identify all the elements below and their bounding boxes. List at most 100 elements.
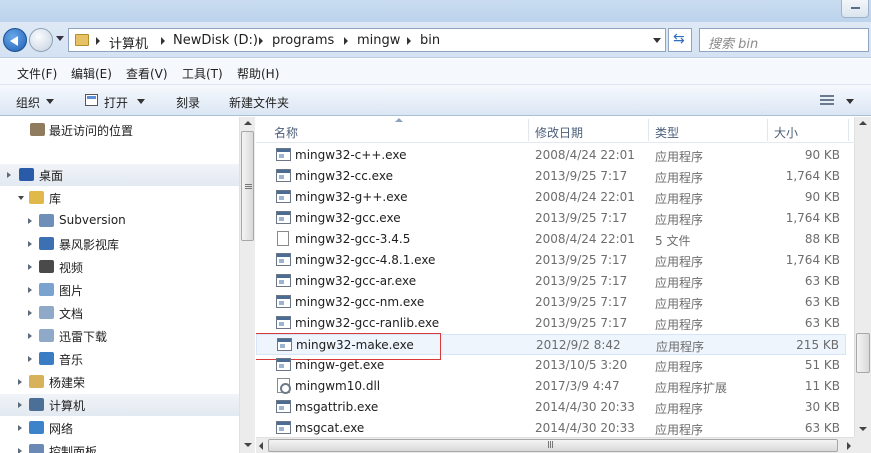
nav-item-music[interactable]: 音乐 (0, 348, 240, 370)
back-arrow-icon[interactable] (3, 28, 27, 52)
file-row[interactable]: msgattrib.exe 2014/4/30 20:33 应用程序 30 KB (256, 397, 846, 418)
breadcrumb-programs[interactable]: programs (272, 33, 334, 48)
file-row[interactable]: mingw32-g++.exe 2008/4/24 22:01 应用程序 90 … (256, 187, 846, 208)
expand-arrow-icon[interactable] (28, 264, 32, 270)
expand-arrow-icon[interactable] (18, 425, 22, 431)
column-divider[interactable] (848, 119, 849, 141)
grip-icon (548, 441, 554, 448)
nav-item-videos[interactable]: 视频 (0, 256, 240, 278)
nav-item-libraries[interactable]: 库 (0, 187, 240, 209)
expand-arrow-icon[interactable] (18, 402, 22, 408)
menu-view[interactable]: 查看(V) (126, 65, 168, 82)
nav-item-desktop[interactable]: 桌面 (0, 164, 240, 186)
search-box[interactable]: 搜索 bin (699, 28, 869, 52)
file-row[interactable]: mingw32-gcc-ar.exe 2013/9/25 7:17 应用程序 6… (256, 271, 846, 292)
breadcrumb-chevron-icon[interactable] (161, 37, 165, 45)
file-row[interactable]: mingwm10.dll 2017/3/9 4:47 应用程序扩展 11 KB (256, 376, 846, 397)
breadcrumb-chevron-icon[interactable] (259, 37, 263, 45)
breadcrumb-chevron-icon[interactable] (96, 37, 100, 45)
nav-item-documents[interactable]: 文档 (0, 302, 240, 324)
file-list-vertical-scrollbar[interactable] (854, 117, 871, 437)
breadcrumb-bin[interactable]: bin (420, 33, 440, 48)
forward-arrow-icon[interactable] (29, 28, 53, 52)
organize-button[interactable]: 组织 (16, 94, 40, 111)
scroll-up-arrow-icon[interactable] (859, 121, 867, 125)
scroll-down-arrow-icon[interactable] (244, 443, 252, 447)
new-folder-button[interactable]: 新建文件夹 (229, 94, 289, 111)
scrollbar-thumb[interactable] (241, 131, 254, 241)
file-row[interactable]: mingw32-c++.exe 2008/4/24 22:01 应用程序 90 … (256, 145, 846, 166)
file-type: 应用程序 (655, 171, 704, 185)
scroll-up-arrow-icon[interactable] (244, 121, 252, 125)
file-list-horizontal-scrollbar[interactable] (256, 437, 854, 453)
nav-item-label: 库 (49, 192, 62, 206)
file-row[interactable]: mingw-get.exe 2013/10/5 3:20 应用程序 51 KB (256, 355, 846, 376)
file-row[interactable]: mingw32-gcc-3.4.5 2008/4/24 22:01 5 文件 8… (256, 229, 846, 250)
breadcrumb-mingw[interactable]: mingw (357, 33, 400, 48)
view-dropdown-icon[interactable] (846, 99, 854, 104)
nav-item-label: 文档 (59, 307, 84, 321)
file-row[interactable]: mingw32-gcc-4.8.1.exe 2013/9/25 7:17 应用程… (256, 250, 846, 271)
open-button[interactable]: 打开 (104, 94, 128, 111)
file-row[interactable]: mingw32-gcc-nm.exe 2013/9/25 7:17 应用程序 6… (256, 292, 846, 313)
menu-file[interactable]: 文件(F) (17, 65, 57, 82)
column-name[interactable]: 名称 (274, 124, 298, 141)
column-divider[interactable] (767, 119, 768, 141)
expand-arrow-icon[interactable] (7, 172, 11, 178)
nav-item-control-panel[interactable]: 控制面板 (0, 440, 240, 453)
expand-arrow-icon[interactable] (18, 379, 22, 385)
breadcrumb-chevron-icon[interactable] (344, 37, 348, 45)
refresh-button[interactable]: ⇆ (668, 28, 692, 52)
nav-item-network[interactable]: 网络 (0, 417, 240, 439)
expand-arrow-icon[interactable] (28, 310, 32, 316)
nav-item-video-library[interactable]: 暴风影视库 (0, 233, 240, 255)
minimize-button[interactable] (841, 0, 869, 18)
breadcrumb-computer[interactable]: 计算机 (109, 33, 148, 52)
expand-arrow-icon[interactable] (18, 448, 22, 453)
breadcrumb-drive[interactable]: NewDisk (D:) (173, 33, 258, 48)
menu-help[interactable]: 帮助(H) (237, 65, 279, 82)
column-date-modified[interactable]: 修改日期 (535, 124, 583, 141)
file-size: 1,764 KB (785, 253, 840, 267)
column-size[interactable]: 大小 (774, 124, 798, 141)
menu-tools[interactable]: 工具(T) (182, 65, 223, 82)
column-divider[interactable] (528, 119, 529, 141)
nav-item-pictures[interactable]: 图片 (0, 279, 240, 301)
expand-arrow-icon[interactable] (28, 218, 32, 224)
file-row-highlighted[interactable]: mingw32-make.exe 2012/9/2 8:42 应用程序 215 … (256, 333, 846, 360)
burn-button[interactable]: 刻录 (176, 94, 200, 111)
scrollbar-thumb[interactable] (856, 333, 870, 373)
nav-item-computer[interactable]: 计算机 (0, 394, 240, 416)
scroll-right-arrow-icon[interactable] (847, 442, 851, 450)
scroll-left-arrow-icon[interactable] (259, 442, 263, 450)
expand-arrow-icon[interactable] (28, 356, 32, 362)
recent-pages-dropdown-icon[interactable] (56, 36, 64, 41)
address-dropdown-icon[interactable] (653, 38, 661, 43)
nav-item-thunder-download[interactable]: 迅雷下载 (0, 325, 240, 347)
file-name: mingwm10.dll (295, 379, 381, 393)
file-row[interactable]: mingw32-gcc-ranlib.exe 2013/9/25 7:17 应用… (256, 313, 846, 334)
expand-arrow-icon[interactable] (28, 333, 32, 339)
expand-arrow-icon[interactable] (28, 241, 32, 247)
view-options-icon[interactable] (820, 95, 834, 105)
nav-item-user-folder[interactable]: 杨建荣 (0, 371, 240, 393)
navigation-scrollbar[interactable] (239, 117, 255, 453)
expand-arrow-icon[interactable] (28, 287, 32, 293)
file-date: 2014/4/30 20:33 (535, 400, 635, 414)
column-divider[interactable] (648, 119, 649, 141)
column-type[interactable]: 类型 (655, 124, 679, 141)
file-row[interactable]: msgcat.exe 2014/4/30 20:33 应用程序 63 KB (256, 418, 846, 437)
file-type: 应用程序扩展 (655, 381, 728, 395)
organize-dropdown-icon[interactable] (46, 99, 54, 104)
menu-edit[interactable]: 编辑(E) (71, 65, 112, 82)
breadcrumb-chevron-icon[interactable] (407, 37, 411, 45)
address-bar[interactable]: 计算机 NewDisk (D:) programs mingw bin (68, 28, 666, 52)
file-row[interactable]: mingw32-cc.exe 2013/9/25 7:17 应用程序 1,764… (256, 166, 846, 187)
file-row[interactable]: mingw32-gcc.exe 2013/9/25 7:17 应用程序 1,76… (256, 208, 846, 229)
nav-item-subversion[interactable]: Subversion (0, 210, 240, 232)
scroll-down-arrow-icon[interactable] (859, 427, 867, 431)
open-dropdown-icon[interactable] (137, 99, 145, 104)
nav-item-recent-places[interactable]: 最近访问的位置 (0, 119, 240, 141)
collapse-arrow-icon[interactable] (18, 196, 24, 203)
file-date: 2008/4/24 22:01 (535, 190, 635, 204)
